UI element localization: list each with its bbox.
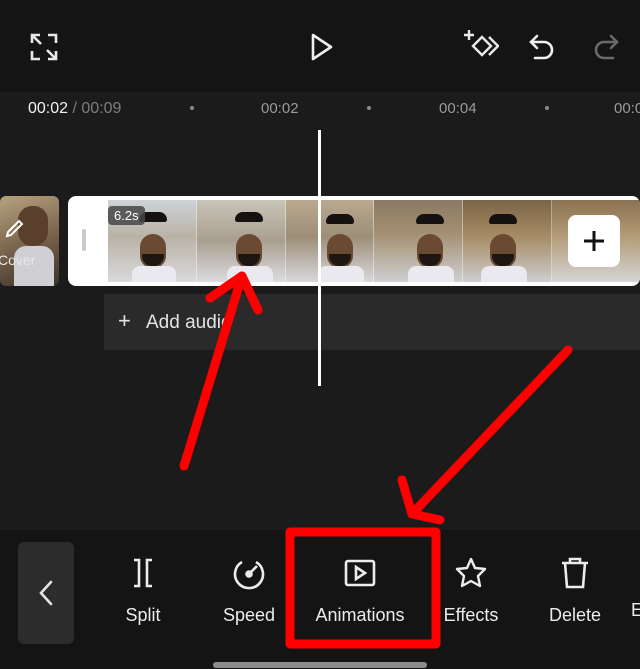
clip-frame (374, 200, 464, 282)
chevron-left-icon (39, 580, 53, 606)
ruler-tick: 00:0 (614, 100, 640, 117)
back-button[interactable] (18, 542, 74, 644)
keyframe-add-icon[interactable] (460, 28, 500, 64)
cover-thumbnail[interactable] (0, 196, 59, 286)
speed-button[interactable]: Speed (214, 556, 284, 626)
edit-icon (5, 219, 24, 238)
clip-trim-handle[interactable] (82, 229, 86, 251)
delete-label: Delete (548, 605, 602, 625)
add-audio-label[interactable]: Add audio (146, 312, 232, 334)
split-label: Split (125, 605, 161, 625)
delete-button[interactable]: Delete (544, 556, 606, 626)
speed-label: Speed (222, 605, 276, 625)
overflow-tool-label: E (630, 600, 640, 620)
plus-icon (584, 231, 604, 251)
fullscreen-icon[interactable] (26, 30, 62, 64)
current-time: 00:02 (28, 100, 69, 117)
total-time: 00:09 (81, 100, 122, 117)
clip-frame (463, 200, 553, 282)
video-clip[interactable] (68, 196, 640, 286)
ruler-dot (545, 106, 549, 110)
undo-icon[interactable] (524, 30, 560, 64)
play-icon[interactable] (303, 30, 339, 64)
delete-icon (562, 557, 588, 589)
ruler-dot (190, 106, 194, 110)
effects-button[interactable]: Effects (440, 556, 502, 626)
clip-duration-badge: 6.2s (108, 206, 145, 225)
ruler-tick: 00:02 (261, 100, 299, 117)
redo-icon[interactable] (588, 30, 624, 64)
animations-icon (344, 559, 376, 587)
cover-label: Cover (0, 252, 36, 268)
add-audio-plus-icon: + (118, 308, 131, 333)
effects-icon (455, 557, 487, 588)
add-clip-button[interactable] (568, 215, 620, 267)
ruler-dot (367, 106, 371, 110)
split-icon (134, 558, 152, 588)
speed-icon (233, 560, 265, 590)
animations-button[interactable]: Animations (306, 556, 414, 626)
split-button[interactable]: Split (112, 556, 174, 626)
overflow-tool-button[interactable]: E (630, 556, 640, 621)
animations-label: Animations (315, 605, 405, 625)
time-separator: / (68, 100, 82, 117)
time-readout: 00:02 / 00:09 (28, 100, 121, 118)
clip-frame (285, 200, 375, 282)
playhead[interactable] (318, 130, 321, 386)
clip-frame (196, 200, 286, 282)
ruler-tick: 00:04 (439, 100, 477, 117)
effects-label: Effects (443, 605, 499, 625)
clip-frames (108, 200, 640, 282)
home-indicator (213, 662, 427, 668)
